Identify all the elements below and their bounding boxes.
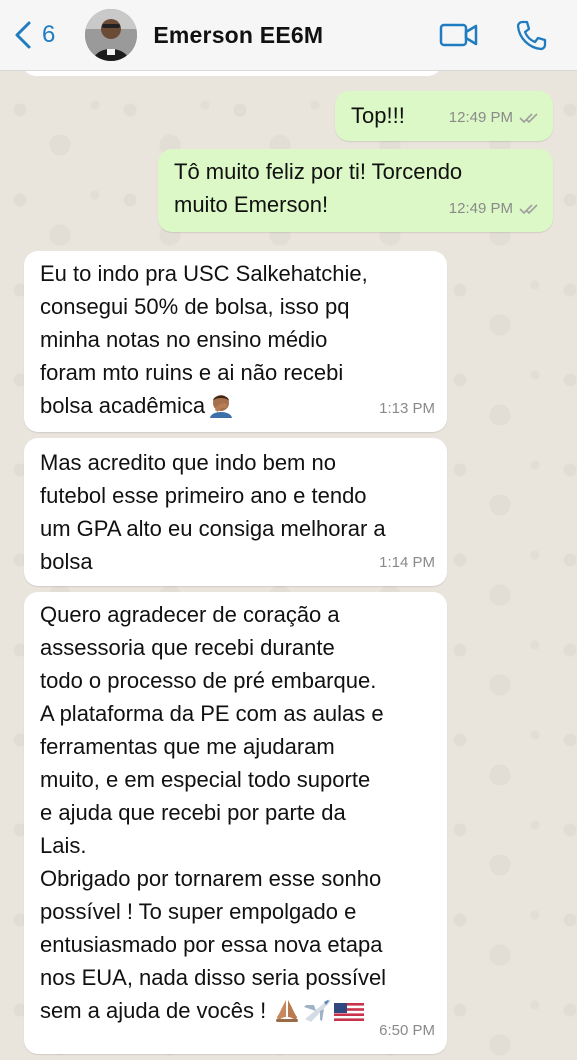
message-time: 12:49 PM xyxy=(448,200,513,217)
message-text: Quero agradecer de coração a assessoria … xyxy=(40,598,386,1027)
airplane-emoji xyxy=(304,999,331,1022)
phone-icon xyxy=(516,20,547,51)
read-receipt-icon xyxy=(519,112,541,124)
message-meta: 1:13 PM xyxy=(379,392,435,425)
message-meta: 6:50 PM xyxy=(379,1014,435,1047)
message-meta: 1:14 PM xyxy=(379,546,435,579)
video-camera-icon xyxy=(439,23,478,47)
us-flag-emoji xyxy=(334,1003,365,1021)
chat-header: 6 Emerson EE6M xyxy=(0,0,577,71)
message-meta: 12:49 PM xyxy=(449,192,541,225)
unread-count: 6 xyxy=(42,21,56,48)
message-bubble-outgoing[interactable]: Tô muito feliz por ti! Torcendo muito Em… xyxy=(158,149,553,232)
avatar[interactable] xyxy=(85,9,138,61)
message-text-content: Quero agradecer de coração a assessoria … xyxy=(40,602,387,1023)
message-time: 6:50 PM xyxy=(379,1022,435,1039)
message-text: Mas acredito que indo bem no futebol ess… xyxy=(40,450,386,574)
message-time: 1:14 PM xyxy=(379,554,435,571)
message-meta: 12:49 PM xyxy=(449,101,541,134)
back-button[interactable]: 6 xyxy=(12,20,55,50)
message-text: Top!!! xyxy=(351,103,405,128)
message-time: 1:13 PM xyxy=(379,400,435,417)
message-list[interactable]: Top!!! 12:49 PM Tô muito feliz por ti! T… xyxy=(0,60,577,1060)
message-emojis xyxy=(272,998,365,1023)
chevron-left-icon xyxy=(15,21,31,49)
avatar-photo xyxy=(85,9,138,61)
message-bubble-incoming[interactable]: Quero agradecer de coração a assessoria … xyxy=(24,592,447,1054)
read-receipt-icon xyxy=(519,203,541,215)
message-bubble-incoming[interactable]: Eu to indo pra USC Salkehatchie, consegu… xyxy=(24,251,447,432)
message-bubble-outgoing[interactable]: Top!!! 12:49 PM xyxy=(335,91,553,141)
voice-call-button[interactable] xyxy=(515,19,547,51)
message-text: Tô muito feliz por ti! Torcendo muito Em… xyxy=(174,159,463,217)
contact-name[interactable]: Emerson EE6M xyxy=(153,22,323,49)
folded-hands-emoji xyxy=(276,1000,299,1022)
man-facepalming-emoji xyxy=(210,395,233,418)
message-text: Eu to indo pra USC Salkehatchie, consegu… xyxy=(40,257,368,422)
message-bubble-incoming[interactable]: Mas acredito que indo bem no futebol ess… xyxy=(24,438,447,586)
video-call-button[interactable] xyxy=(439,21,479,49)
message-time: 12:49 PM xyxy=(448,109,513,126)
message-text-content: Eu to indo pra USC Salkehatchie, consegu… xyxy=(40,261,368,418)
